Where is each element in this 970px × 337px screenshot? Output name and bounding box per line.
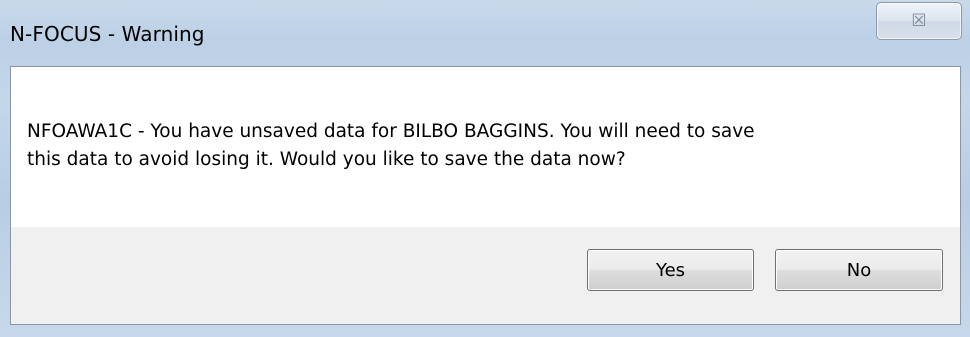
yes-button[interactable]: Yes: [587, 249, 754, 291]
dialog-body: NFOAWA1C - You have unsaved data for BIL…: [10, 66, 961, 325]
message-line: NFOAWA1C - You have unsaved data for BIL…: [27, 121, 755, 142]
title-bar[interactable]: N-FOCUS - Warning ☒: [0, 0, 970, 66]
close-button[interactable]: ☒: [876, 2, 962, 40]
button-bar: Yes No: [11, 227, 960, 324]
window-title: N-FOCUS - Warning: [10, 22, 205, 46]
warning-message: NFOAWA1C - You have unsaved data for BIL…: [27, 118, 927, 174]
message-area: NFOAWA1C - You have unsaved data for BIL…: [11, 67, 960, 227]
close-icon: ☒: [911, 11, 927, 31]
message-line: this data to avoid losing it. Would you …: [27, 149, 626, 170]
warning-dialog: N-FOCUS - Warning ☒ NFOAWA1C - You have …: [0, 0, 970, 337]
no-button[interactable]: No: [775, 249, 943, 291]
